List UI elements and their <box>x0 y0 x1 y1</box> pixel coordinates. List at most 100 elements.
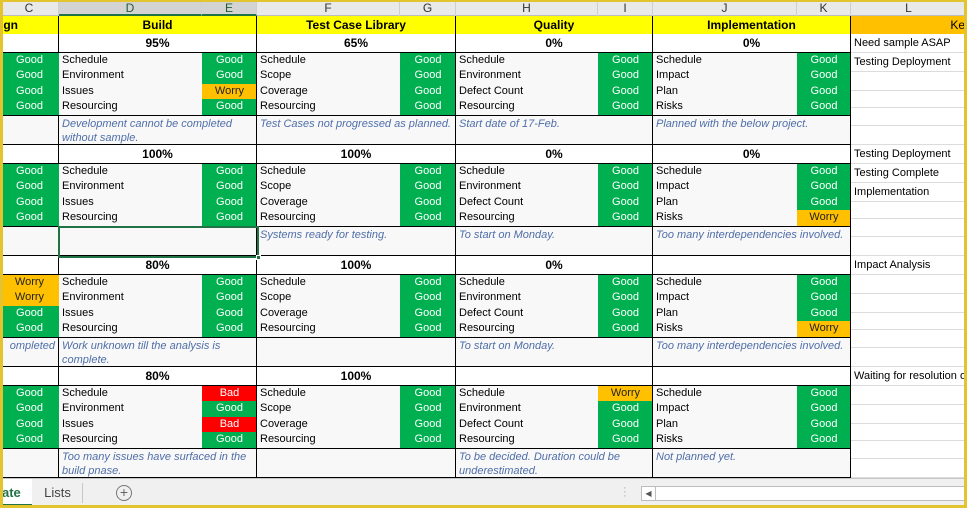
key-cell[interactable] <box>851 294 967 313</box>
column-header-j[interactable]: J <box>653 0 797 16</box>
quality-percent-complete[interactable]: 0% <box>456 256 653 275</box>
key-cell[interactable] <box>851 330 967 348</box>
status-badge-build[interactable]: Good <box>202 210 257 226</box>
design-note[interactable] <box>0 226 59 256</box>
status-badge-build[interactable]: Good <box>202 99 257 115</box>
impl-note[interactable]: Planned with the below project. <box>653 115 851 145</box>
status-badge-test[interactable]: Good <box>400 210 456 226</box>
status-badge-design[interactable]: Worry <box>0 290 59 306</box>
status-badge-quality[interactable]: Good <box>598 84 653 99</box>
build-percent-complete[interactable]: 95% <box>59 34 257 53</box>
design-pct-cell[interactable] <box>0 145 59 164</box>
key-cell[interactable] <box>851 275 967 294</box>
status-badge-test[interactable]: Good <box>400 164 456 179</box>
key-cell[interactable]: Waiting for resolution o <box>851 367 967 386</box>
key-cell[interactable] <box>851 313 967 330</box>
status-badge-impl[interactable]: Good <box>797 290 851 306</box>
column-header-c[interactable]: C <box>0 0 59 16</box>
status-badge-quality[interactable]: Good <box>598 321 653 337</box>
status-badge-build[interactable]: Good <box>202 432 257 448</box>
status-badge-test[interactable]: Good <box>400 290 456 306</box>
status-badge-impl[interactable]: Good <box>797 306 851 321</box>
impl-percent-complete[interactable] <box>653 367 851 386</box>
build-note[interactable] <box>59 226 257 256</box>
status-badge-impl[interactable]: Good <box>797 99 851 115</box>
status-badge-build[interactable]: Good <box>202 195 257 210</box>
test-percent-complete[interactable]: 100% <box>257 367 456 386</box>
tab-splitter-handle[interactable]: · · · <box>623 483 627 502</box>
status-badge-design[interactable]: Good <box>0 84 59 99</box>
key-cell[interactable] <box>851 202 967 219</box>
status-badge-test[interactable]: Good <box>400 417 456 432</box>
column-header-g[interactable]: G <box>400 0 456 16</box>
key-cell[interactable]: Testing Deployment <box>851 145 967 164</box>
status-badge-test[interactable]: Good <box>400 179 456 195</box>
test-note[interactable]: Test Cases not progressed as planned. <box>257 115 456 145</box>
design-pct-cell[interactable] <box>0 256 59 275</box>
key-cell[interactable] <box>851 91 967 108</box>
key-cell[interactable] <box>851 386 967 405</box>
status-badge-impl[interactable]: Good <box>797 179 851 195</box>
impl-percent-complete[interactable]: 0% <box>653 34 851 53</box>
key-cell[interactable]: Need sample ASAP <box>851 34 967 53</box>
status-badge-quality[interactable]: Good <box>598 195 653 210</box>
status-badge-test[interactable]: Good <box>400 99 456 115</box>
status-badge-design[interactable]: Good <box>0 401 59 417</box>
status-badge-impl[interactable]: Good <box>797 386 851 401</box>
status-badge-quality[interactable]: Good <box>598 164 653 179</box>
key-cell[interactable]: Implementation <box>851 183 967 202</box>
test-note[interactable] <box>257 337 456 367</box>
scroll-left-arrow-icon[interactable]: ◀ <box>642 487 656 500</box>
section-header-key[interactable]: Ke <box>851 16 967 35</box>
quality-note[interactable]: Start date of 17-Feb. <box>456 115 653 145</box>
status-badge-quality[interactable]: Good <box>598 210 653 226</box>
status-badge-impl[interactable]: Good <box>797 417 851 432</box>
status-badge-build[interactable]: Good <box>202 164 257 179</box>
key-cell[interactable] <box>851 405 967 424</box>
build-percent-complete[interactable]: 80% <box>59 256 257 275</box>
status-badge-build[interactable]: Good <box>202 321 257 337</box>
status-badge-build[interactable]: Good <box>202 306 257 321</box>
key-cell[interactable] <box>851 126 967 145</box>
status-badge-quality[interactable]: Good <box>598 290 653 306</box>
status-badge-design[interactable]: Good <box>0 68 59 84</box>
status-badge-build[interactable]: Good <box>202 275 257 290</box>
horizontal-scrollbar[interactable]: ◀ <box>641 486 967 501</box>
status-badge-design[interactable]: Good <box>0 306 59 321</box>
key-cell[interactable] <box>851 441 967 459</box>
key-cell[interactable] <box>851 72 967 91</box>
status-badge-build[interactable]: Good <box>202 53 257 68</box>
quality-percent-complete[interactable] <box>456 367 653 386</box>
design-pct-cell[interactable] <box>0 34 59 53</box>
status-badge-test[interactable]: Good <box>400 275 456 290</box>
spreadsheet-grid[interactable]: ign Build Test Case Library Quality Impl… <box>0 16 967 478</box>
status-badge-test[interactable]: Good <box>400 432 456 448</box>
status-badge-quality[interactable]: Good <box>598 401 653 417</box>
build-note[interactable]: Development cannot be completed without … <box>59 115 257 145</box>
quality-note[interactable]: To be decided. Duration could be underes… <box>456 448 653 478</box>
status-badge-test[interactable]: Good <box>400 84 456 99</box>
status-badge-build[interactable]: Good <box>202 401 257 417</box>
key-cell[interactable]: Testing Complete <box>851 164 967 183</box>
status-badge-design[interactable]: Good <box>0 432 59 448</box>
column-header-h[interactable]: H <box>456 0 598 16</box>
status-badge-quality[interactable]: Worry <box>598 386 653 401</box>
status-badge-impl[interactable]: Good <box>797 195 851 210</box>
status-badge-impl[interactable]: Worry <box>797 321 851 337</box>
status-badge-build[interactable]: Good <box>202 179 257 195</box>
status-badge-quality[interactable]: Good <box>598 179 653 195</box>
build-percent-complete[interactable]: 100% <box>59 145 257 164</box>
key-cell[interactable] <box>851 348 967 367</box>
quality-percent-complete[interactable]: 0% <box>456 34 653 53</box>
key-cell[interactable] <box>851 424 967 441</box>
status-badge-design[interactable]: Good <box>0 99 59 115</box>
status-badge-test[interactable]: Good <box>400 195 456 210</box>
column-header-f[interactable]: F <box>257 0 400 16</box>
status-badge-impl[interactable]: Good <box>797 432 851 448</box>
status-badge-test[interactable]: Good <box>400 401 456 417</box>
quality-percent-complete[interactable]: 0% <box>456 145 653 164</box>
section-header-design[interactable]: ign <box>0 16 59 35</box>
status-badge-test[interactable]: Good <box>400 386 456 401</box>
key-cell[interactable] <box>851 219 967 237</box>
status-badge-impl[interactable]: Good <box>797 164 851 179</box>
